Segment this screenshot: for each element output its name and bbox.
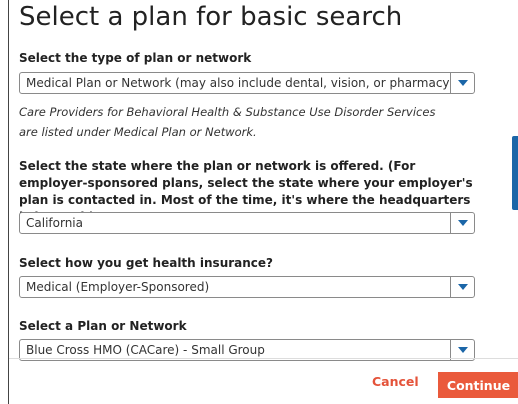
state-value: California (26, 216, 83, 230)
chevron-down-icon (457, 347, 468, 353)
chevron-down-icon (457, 284, 468, 290)
insurance-source-value: Medical (Employer-Sponsored) (26, 280, 210, 294)
state-dropdown-button[interactable] (450, 213, 474, 233)
continue-button[interactable]: Continue (438, 372, 518, 398)
plan-network-dropdown-button[interactable] (450, 340, 474, 360)
plan-select-dialog: Select a plan for basic search Select th… (8, 0, 518, 404)
cancel-button[interactable]: Cancel (372, 374, 419, 389)
footer-divider (9, 358, 518, 359)
plan-type-dropdown-button[interactable] (450, 73, 474, 93)
chevron-down-icon (457, 80, 468, 86)
plan-type-label: Select the type of plan or network (19, 51, 252, 65)
plan-network-label: Select a Plan or Network (19, 319, 187, 333)
state-select[interactable]: California (19, 212, 475, 234)
side-scroll-tab[interactable] (512, 136, 518, 210)
behavioral-health-note-cont: are listed under Medical Plan or Network… (19, 125, 257, 139)
plan-type-value: Medical Plan or Network (may also includ… (26, 76, 450, 90)
plan-type-select[interactable]: Medical Plan or Network (may also includ… (19, 72, 475, 94)
insurance-source-dropdown-button[interactable] (450, 277, 474, 297)
behavioral-health-note: Care Providers for Behavioral Health & S… (19, 105, 436, 119)
insurance-source-select[interactable]: Medical (Employer-Sponsored) (19, 276, 475, 298)
insurance-source-label: Select how you get health insurance? (19, 256, 274, 270)
chevron-down-icon (457, 220, 468, 226)
page-title: Select a plan for basic search (19, 2, 403, 32)
plan-network-value: Blue Cross HMO (CACare) - Small Group (26, 343, 265, 357)
